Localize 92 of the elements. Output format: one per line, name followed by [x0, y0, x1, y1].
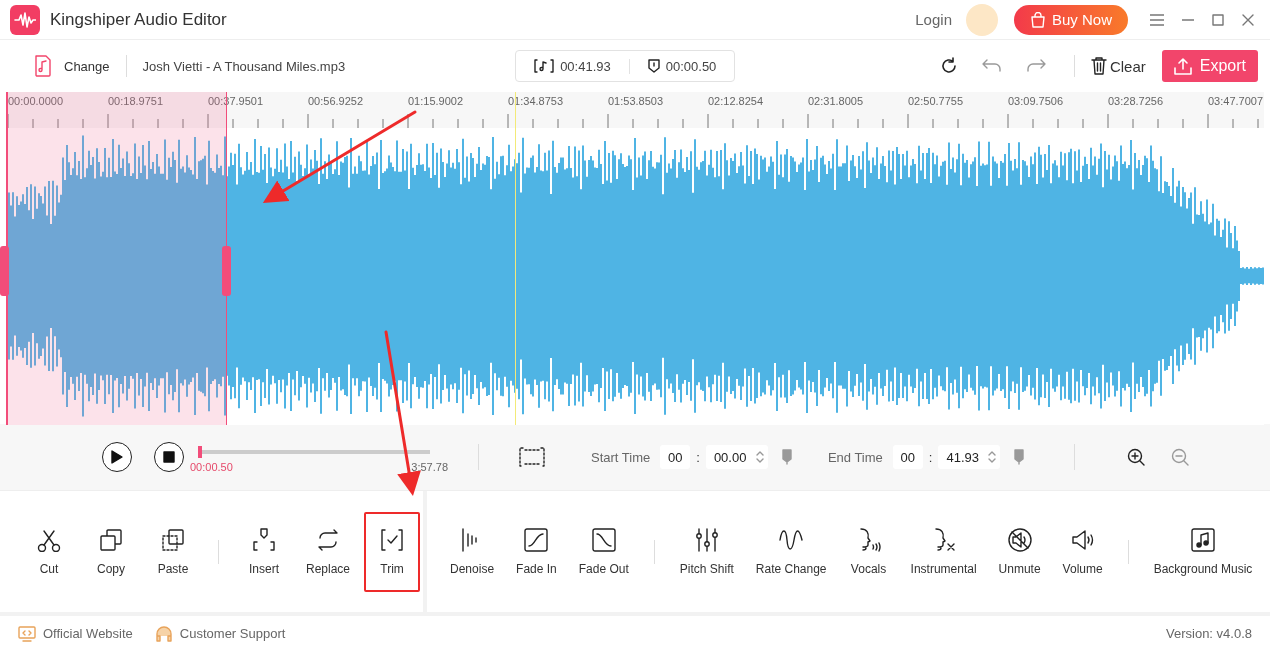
undo-icon — [981, 59, 1002, 73]
footer-link[interactable]: Customer Support — [154, 625, 286, 642]
minute-field[interactable]: 00 — [892, 445, 923, 469]
end-time-label: End Time — [827, 449, 883, 465]
play-button[interactable] — [102, 442, 132, 472]
time-label: 01:53.8503 — [608, 95, 664, 107]
refresh-button[interactable] — [939, 57, 958, 75]
undo-button[interactable] — [981, 59, 1002, 73]
clear-button[interactable]: Clear — [1090, 57, 1146, 75]
time-label: 03:28.7256 — [1108, 95, 1164, 107]
copy-icon — [99, 527, 123, 552]
time-label: 02:50.7755 — [908, 95, 964, 107]
speaker-icon — [1070, 527, 1095, 552]
zoom-out-icon[interactable] — [1171, 448, 1190, 466]
music-note-icon — [1191, 527, 1215, 552]
marker-icon — [647, 59, 660, 73]
stop-icon — [163, 451, 175, 463]
refresh-icon — [939, 57, 958, 75]
file-name: Josh Vietti - A Thousand Miles.mp3 — [142, 58, 346, 74]
redo-icon — [1025, 59, 1046, 73]
shopping-bag-icon — [1029, 11, 1046, 28]
maximize-icon[interactable] — [1212, 13, 1224, 26]
time-separator: : — [696, 449, 700, 465]
headset-icon — [154, 625, 173, 642]
swap-arrows-icon — [316, 527, 340, 552]
cursor-time: 00:00.50 — [665, 58, 717, 74]
minute-field[interactable]: 00 — [660, 445, 691, 469]
zoom-in-icon[interactable] — [1127, 448, 1146, 466]
redo-button[interactable] — [1025, 59, 1046, 73]
seconds-field[interactable]: 00.00 — [705, 445, 768, 469]
muted-speaker-icon — [1007, 527, 1032, 552]
current-time: 00:00.50 — [190, 461, 233, 473]
tool-button[interactable]: Insert — [236, 511, 292, 592]
login-link[interactable]: Login — [915, 11, 952, 28]
progress-thumb[interactable] — [198, 446, 202, 458]
paste-icon — [161, 527, 185, 552]
time-separator: : — [928, 449, 933, 465]
selection-length: 00:41.93 — [560, 58, 611, 74]
tool-button[interactable]: Background Music — [1145, 511, 1261, 592]
seconds-field[interactable]: 41.93 — [938, 445, 1001, 469]
change-button[interactable]: Change — [34, 55, 110, 77]
tool-button[interactable]: Fade Out — [570, 511, 637, 592]
tool-button[interactable]: Instrumental — [902, 511, 985, 592]
monitor-icon — [18, 625, 36, 642]
spin-arrows-icon — [755, 450, 764, 464]
trim-bracket-icon — [380, 527, 405, 552]
app-title: Kingshiper Audio Editor — [50, 9, 227, 30]
tool-button[interactable]: Paste — [145, 511, 201, 592]
selection-bracket-icon[interactable] — [519, 447, 545, 467]
time-label: 00:56.9252 — [308, 95, 364, 107]
tool-button[interactable]: Denoise — [442, 511, 503, 592]
pin-icon[interactable] — [781, 449, 792, 465]
tool-button[interactable]: Rate Change — [747, 511, 835, 592]
start-time-label: Start Time — [591, 449, 651, 465]
time-label: 02:31.8005 — [808, 95, 864, 107]
tool-button[interactable]: Cut — [21, 511, 77, 592]
tool-button[interactable]: Copy — [83, 511, 139, 592]
fade-out-icon — [591, 527, 616, 552]
insert-icon — [252, 527, 276, 552]
selection-handle[interactable] — [222, 246, 232, 296]
tool-button[interactable]: Vocals — [840, 511, 897, 592]
time-label: 03:47.7007 — [1208, 95, 1264, 107]
equalizer-icon — [694, 527, 719, 552]
export-button[interactable]: Export — [1161, 50, 1258, 82]
selection-music-icon — [534, 59, 555, 73]
footer-link[interactable]: Official Website — [18, 625, 133, 642]
version-text: Version: v4.0.8 — [1166, 626, 1252, 641]
time-label: 00:00.0000 — [8, 95, 64, 107]
fade-in-icon — [524, 527, 549, 552]
sine-wave-icon — [779, 527, 804, 552]
total-time: 3:57.78 — [411, 461, 448, 473]
time-label: 02:12.8254 — [708, 95, 764, 107]
time-label: 00:18.9751 — [108, 95, 164, 107]
pin-icon[interactable] — [1014, 449, 1025, 465]
tool-button[interactable]: Fade In — [508, 511, 565, 592]
stop-button[interactable] — [154, 442, 184, 472]
selection-handle[interactable] — [0, 246, 9, 296]
waveform-icon — [14, 11, 36, 28]
play-icon — [111, 450, 123, 464]
menu-icon[interactable] — [1150, 13, 1164, 26]
tool-button[interactable]: Pitch Shift — [671, 511, 742, 592]
tool-button[interactable]: Replace — [298, 511, 359, 592]
music-file-icon — [34, 55, 52, 77]
spin-arrows-icon — [988, 450, 997, 464]
tool-button[interactable]: Unmute — [990, 511, 1049, 592]
trash-icon — [1090, 57, 1107, 75]
close-icon[interactable] — [1242, 13, 1254, 26]
upload-icon — [1173, 57, 1192, 75]
tool-button[interactable]: Trim — [364, 511, 421, 592]
time-label: 03:09.7506 — [1008, 95, 1064, 107]
time-label: 01:15.9002 — [408, 95, 464, 107]
tool-button[interactable]: Volume — [1054, 511, 1111, 592]
